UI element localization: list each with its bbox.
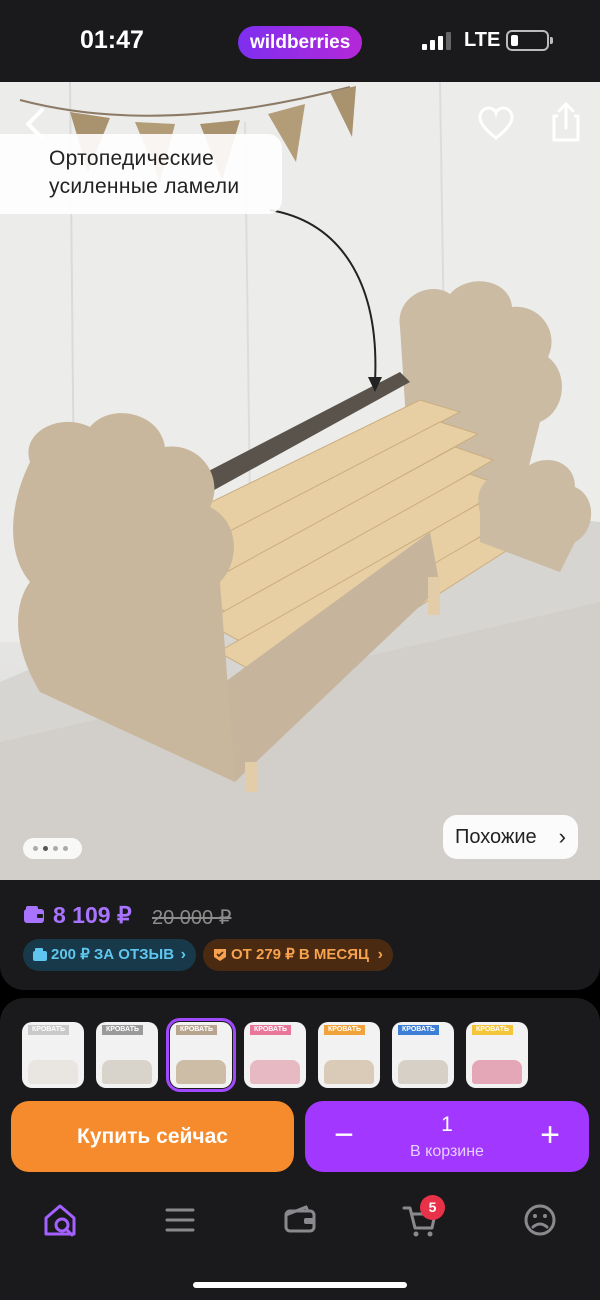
callout-line-2: усиленные ламели xyxy=(49,175,240,198)
variant-thumbnail[interactable]: КРОВАТЬ xyxy=(22,1022,84,1088)
nav-profile[interactable] xyxy=(516,1196,564,1244)
installment-pill[interactable]: ОТ 279 ₽ В МЕСЯЦ › xyxy=(203,939,393,971)
gallery-pagination xyxy=(23,838,82,859)
heart-icon xyxy=(478,106,514,140)
variant-bed-image xyxy=(324,1060,374,1084)
variant-bed-image xyxy=(176,1060,226,1084)
variant-tag: КРОВАТЬ xyxy=(176,1025,218,1035)
share-icon xyxy=(552,102,580,142)
catalog-menu-icon xyxy=(165,1208,195,1232)
variant-tag: КРОВАТЬ xyxy=(472,1025,514,1035)
share-button[interactable] xyxy=(546,100,586,144)
variant-thumbnail[interactable]: КРОВАТЬ xyxy=(166,1018,236,1092)
feature-callout: Ортопедические усиленные ламели xyxy=(0,134,282,214)
variant-bed-image xyxy=(250,1060,300,1084)
product-image-gallery[interactable]: Ортопедические усиленные ламели Похожие … xyxy=(0,82,600,880)
variant-thumbnail[interactable]: КРОВАТЬ xyxy=(392,1022,454,1088)
increase-quantity-button[interactable]: + xyxy=(529,1115,571,1157)
buy-now-button[interactable]: Купить сейчас xyxy=(11,1101,294,1172)
variant-bed-image xyxy=(472,1060,522,1084)
chevron-right-icon: › xyxy=(558,824,566,849)
cart-count-badge: 5 xyxy=(420,1195,445,1220)
favorite-button[interactable] xyxy=(476,104,516,144)
status-bar: 01:47 wildberries LTE xyxy=(0,0,600,82)
installment-icon xyxy=(214,949,226,961)
battery-icon xyxy=(506,30,553,51)
home-search-icon xyxy=(44,1204,76,1237)
old-price: 20 000 ₽ xyxy=(152,907,232,929)
variant-bed-image xyxy=(28,1060,78,1084)
similar-label: Похожие xyxy=(455,826,537,848)
profile-icon xyxy=(524,1204,556,1236)
wallet-icon xyxy=(284,1205,316,1233)
nav-catalog[interactable] xyxy=(156,1196,204,1244)
cart-quantity-control: − 1 В корзине + xyxy=(305,1101,589,1172)
price-block: 8 109 ₽ 20 000 ₽ 200 ₽ ЗА ОТЗЫВ › ОТ 279… xyxy=(0,880,600,990)
similar-button[interactable]: Похожие › xyxy=(443,815,578,859)
review-bonus-label: 200 ₽ ЗА ОТЗЫВ xyxy=(51,946,175,963)
installment-label: ОТ 279 ₽ В МЕСЯЦ xyxy=(231,946,369,963)
variant-thumbnail[interactable]: КРОВАТЬ xyxy=(244,1022,306,1088)
variant-bed-image xyxy=(102,1060,152,1084)
variant-thumbnail[interactable]: КРОВАТЬ xyxy=(96,1022,158,1088)
network-type: LTE xyxy=(464,29,501,51)
variant-tag: КРОВАТЬ xyxy=(28,1025,70,1035)
chevron-right-icon: › xyxy=(180,946,186,963)
brand-logo: wildberries xyxy=(238,26,362,59)
review-bonus-pill[interactable]: 200 ₽ ЗА ОТЗЫВ › xyxy=(23,939,196,971)
variant-tag: КРОВАТЬ xyxy=(324,1025,366,1035)
callout-line-1: Ортопедические xyxy=(49,147,215,170)
variant-thumbnail[interactable]: КРОВАТЬ xyxy=(466,1022,528,1088)
variant-thumbnail[interactable]: КРОВАТЬ xyxy=(318,1022,380,1088)
current-price: 8 109 ₽ xyxy=(53,902,132,928)
chevron-right-icon: › xyxy=(377,946,383,963)
home-indicator xyxy=(193,1282,407,1288)
nav-home[interactable] xyxy=(36,1196,84,1244)
variant-tag: КРОВАТЬ xyxy=(250,1025,292,1035)
wallet-small-icon xyxy=(33,948,47,961)
nav-wallet[interactable] xyxy=(276,1196,324,1244)
variant-tag: КРОВАТЬ xyxy=(398,1025,440,1035)
variant-bed-image xyxy=(398,1060,448,1084)
signal-icon xyxy=(422,32,452,50)
status-time: 01:47 xyxy=(80,26,144,54)
wallet-price-icon xyxy=(24,906,44,923)
variant-tag: КРОВАТЬ xyxy=(102,1025,144,1035)
